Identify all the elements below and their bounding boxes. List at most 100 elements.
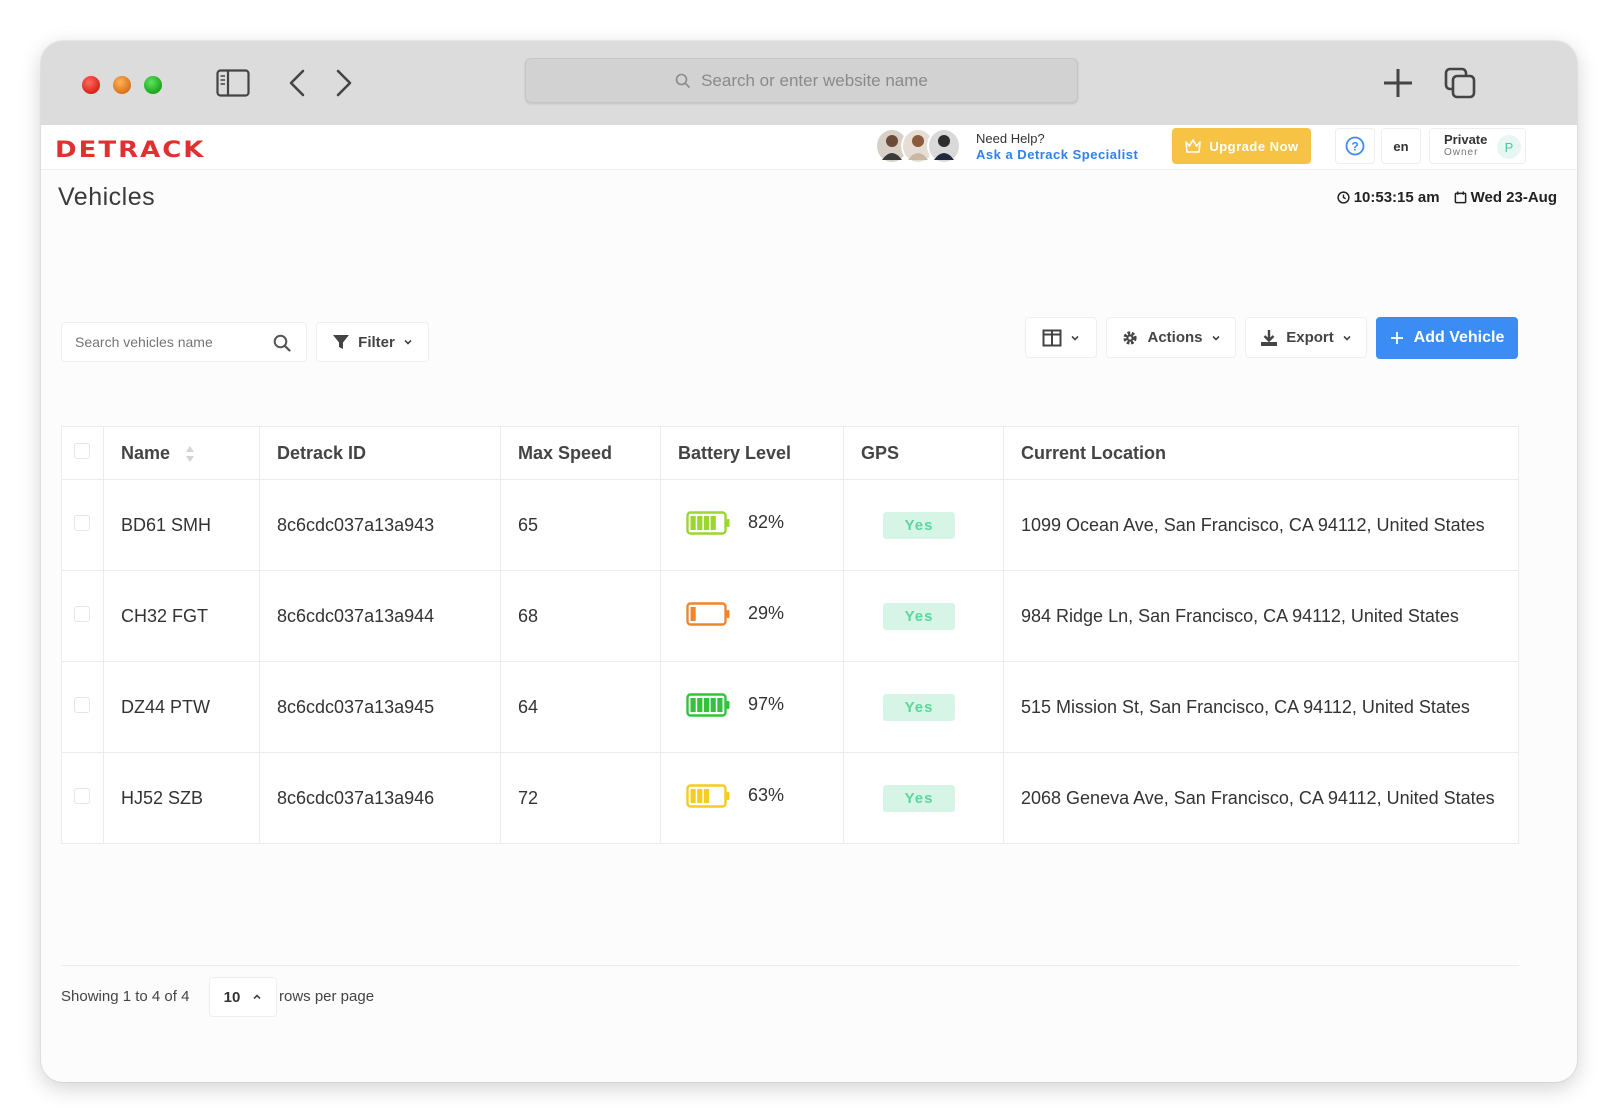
- battery-segment: [690, 697, 696, 712]
- filter-label: Filter: [358, 333, 395, 351]
- columns-icon: [1042, 329, 1062, 346]
- location-cell: 1099 Ocean Ave, San Francisco, CA 94112,…: [1003, 479, 1519, 571]
- vehicle-search[interactable]: [61, 322, 307, 362]
- table-row[interactable]: CH32 FGT 8c6cdc037a13a944 68 29% Yes 984 Ridg…: [61, 570, 1519, 662]
- row-checkbox[interactable]: [74, 696, 90, 713]
- close-window-button[interactable]: [82, 76, 100, 94]
- upgrade-now-button[interactable]: Upgrade Now: [1172, 128, 1311, 164]
- plus-icon: [1390, 332, 1403, 344]
- battery-cell: 29%: [660, 570, 844, 662]
- gps-status-badge: Yes: [883, 693, 955, 721]
- detrack-logo[interactable]: DETRACK: [55, 137, 205, 163]
- battery-segment: [697, 515, 703, 530]
- new-tab-icon[interactable]: [1381, 65, 1415, 101]
- rows-per-page-value: 10: [223, 988, 241, 1006]
- row-checkbox[interactable]: [74, 514, 90, 531]
- current-location: 515 Mission St, San Francisco, CA 94112,…: [1021, 696, 1470, 717]
- vehicle-name-cell: HJ52 SZB: [103, 752, 260, 844]
- table-row[interactable]: DZ44 PTW 8c6cdc037a13a945 64 97% Yes 515 Miss…: [61, 661, 1519, 753]
- user-name: Private: [1444, 132, 1488, 147]
- back-icon[interactable]: [285, 65, 309, 101]
- search-icon[interactable]: [273, 334, 291, 357]
- max-speed-cell: 64: [500, 661, 661, 753]
- vehicle-search-input[interactable]: [75, 334, 265, 350]
- detrack-id-cell: 8c6cdc037a13a944: [259, 570, 501, 662]
- help-text[interactable]: Need Help? Ask a Detrack Specialist: [976, 131, 1138, 163]
- battery-segment: [710, 697, 716, 712]
- detrack-id: 8c6cdc037a13a946: [277, 787, 435, 808]
- column-header-name[interactable]: Name: [103, 426, 260, 480]
- battery-segment: [717, 697, 723, 712]
- filter-button[interactable]: Filter: [316, 322, 429, 362]
- battery-indicator: 82%: [686, 510, 785, 535]
- battery-segment: [710, 515, 716, 530]
- specialist-avatars[interactable]: [875, 128, 961, 164]
- tab-overview-icon[interactable]: [1443, 65, 1477, 101]
- battery-segment: [703, 788, 710, 803]
- svg-text:?: ?: [1351, 140, 1358, 154]
- battery-icon: [686, 601, 730, 626]
- detrack-id: 8c6cdc037a13a945: [277, 696, 435, 717]
- vehicles-table: Name Detrack ID Max Speed Battery Level …: [61, 426, 1519, 844]
- column-label: Name: [121, 442, 171, 463]
- user-menu[interactable]: Private Owner P: [1429, 128, 1526, 164]
- rows-per-page-select[interactable]: 10: [209, 977, 277, 1017]
- row-checkbox[interactable]: [74, 787, 90, 804]
- current-date: Wed 23-Aug: [1470, 189, 1557, 206]
- row-select-cell: [61, 479, 104, 571]
- maximize-window-button[interactable]: [144, 76, 162, 94]
- battery-cell: 97%: [660, 661, 844, 753]
- minimize-window-button[interactable]: [113, 76, 131, 94]
- need-help-label: Need Help?: [976, 131, 1045, 146]
- battery-icon: [686, 510, 730, 535]
- add-vehicle-button[interactable]: Add Vehicle: [1376, 317, 1518, 359]
- forward-icon[interactable]: [332, 65, 356, 101]
- location-cell: 2068 Geneva Ave, San Francisco, CA 94112…: [1003, 752, 1519, 844]
- vehicle-name: DZ44 PTW: [121, 696, 211, 717]
- table-header-row: Name Detrack ID Max Speed Battery Level …: [61, 426, 1519, 480]
- battery-segment: [703, 515, 710, 530]
- url-bar[interactable]: Search or enter website name: [525, 58, 1078, 103]
- row-select-cell: [61, 752, 104, 844]
- row-select-cell: [61, 661, 104, 753]
- current-location: 2068 Geneva Ave, San Francisco, CA 94112…: [1021, 787, 1495, 808]
- ask-specialist-link[interactable]: Ask a Detrack Specialist: [976, 147, 1138, 163]
- help-button[interactable]: ?: [1335, 128, 1375, 164]
- battery-indicator: 97%: [686, 692, 785, 717]
- detrack-id-cell: 8c6cdc037a13a943: [259, 479, 501, 571]
- row-checkbox[interactable]: [74, 605, 90, 622]
- column-header-battery: Battery Level: [660, 426, 844, 480]
- max-speed: 64: [518, 696, 539, 717]
- battery-cell: 82%: [660, 479, 844, 571]
- actions-label: Actions: [1147, 329, 1203, 346]
- vehicle-name: HJ52 SZB: [121, 787, 204, 808]
- column-header-location: Current Location: [1003, 426, 1519, 480]
- language-selector[interactable]: en: [1381, 128, 1421, 164]
- user-role: Owner: [1444, 147, 1479, 158]
- battery-segment: [690, 606, 696, 621]
- column-toggle-button[interactable]: [1025, 317, 1097, 358]
- upgrade-label: Upgrade Now: [1209, 138, 1299, 154]
- location-cell: 984 Ridge Ln, San Francisco, CA 94112, U…: [1003, 570, 1519, 662]
- filter-icon: [333, 335, 350, 349]
- clock-icon: [1337, 191, 1350, 204]
- vehicle-name-cell: DZ44 PTW: [103, 661, 260, 753]
- battery-segment: [697, 788, 703, 803]
- battery-segment: [690, 515, 696, 530]
- export-button[interactable]: Export: [1245, 317, 1367, 358]
- battery-icon: [686, 692, 730, 717]
- gps-status-badge: Yes: [883, 784, 955, 812]
- max-speed: 72: [518, 787, 539, 808]
- table-row[interactable]: BD61 SMH 8c6cdc037a13a943 65 82% Yes 1099 Oce…: [61, 479, 1519, 571]
- battery-segment: [703, 697, 710, 712]
- vehicle-name-cell: BD61 SMH: [103, 479, 260, 571]
- sidebar-toggle-icon[interactable]: [215, 65, 251, 101]
- table-row[interactable]: HJ52 SZB 8c6cdc037a13a946 72 63% Yes 2068 Gen…: [61, 752, 1519, 844]
- detrack-id-cell: 8c6cdc037a13a945: [259, 661, 501, 753]
- current-location: 984 Ridge Ln, San Francisco, CA 94112, U…: [1021, 605, 1459, 626]
- sort-icon[interactable]: [185, 445, 195, 463]
- actions-button[interactable]: Actions: [1106, 317, 1236, 358]
- battery-percent: 97%: [748, 694, 785, 714]
- select-all-checkbox[interactable]: [74, 442, 90, 459]
- battery-percent: 82%: [748, 512, 785, 532]
